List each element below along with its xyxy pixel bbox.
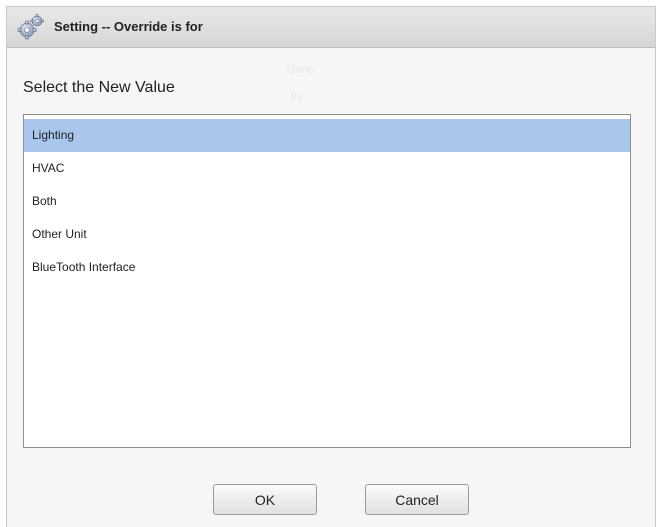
ok-button[interactable]: OK <box>213 484 317 515</box>
value-listbox[interactable]: Lighting HVAC Both Other Unit BlueTooth … <box>23 114 631 448</box>
dialog-titlebar[interactable]: Setting -- Override is for <box>7 7 655 48</box>
list-item-bluetooth-interface[interactable]: BlueTooth Interface <box>24 251 630 284</box>
dialog-title: Setting -- Override is for <box>54 19 203 34</box>
list-item-hvac[interactable]: HVAC <box>24 152 630 185</box>
gears-icon <box>17 14 44 40</box>
select-prompt: Select the New Value <box>23 79 175 96</box>
override-dialog: Setting -- Override is for Gone By Selec… <box>6 6 656 527</box>
cancel-button[interactable]: Cancel <box>365 484 469 515</box>
list-item-lighting[interactable]: Lighting <box>24 119 630 152</box>
background-ghost-text: Gone <box>287 64 314 76</box>
list-item-both[interactable]: Both <box>24 185 630 218</box>
background-ghost-text: By <box>290 91 303 103</box>
list-item-other-unit[interactable]: Other Unit <box>24 218 630 251</box>
